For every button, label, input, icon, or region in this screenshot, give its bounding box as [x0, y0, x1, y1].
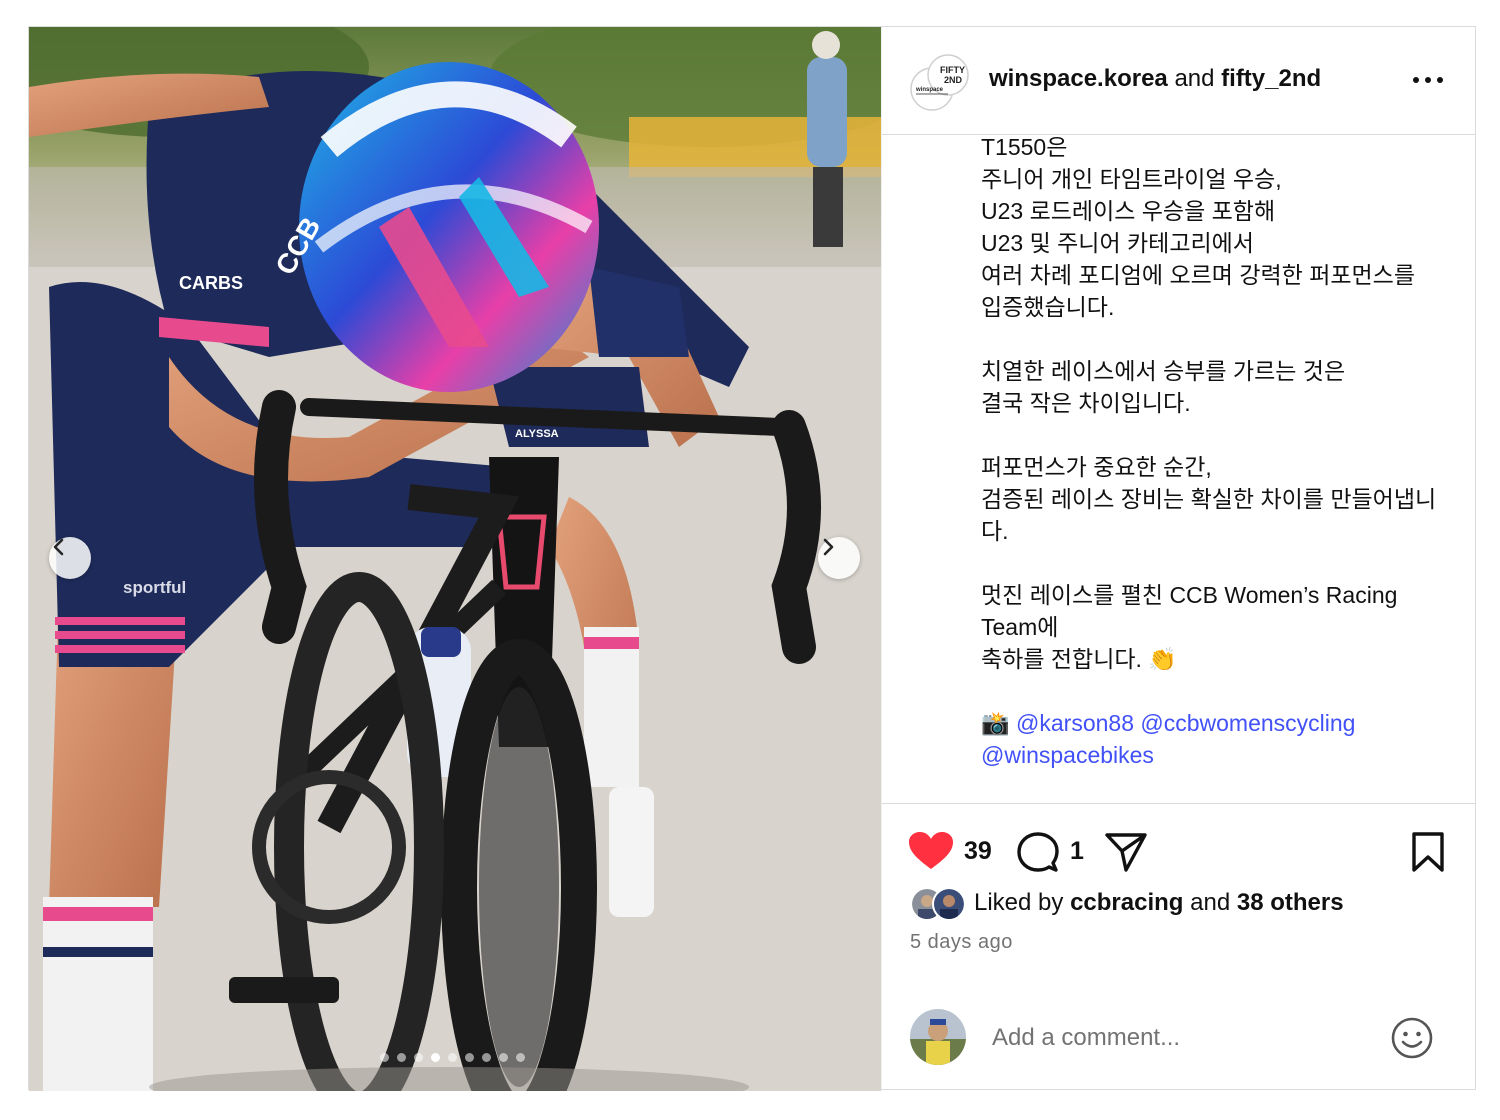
liked-by-row: Liked by ccbracing and 38 others [910, 885, 1344, 921]
chevron-left-icon [53, 538, 64, 556]
mention-link[interactable]: @karson88 [1016, 710, 1134, 736]
comment-composer [882, 1007, 1476, 1069]
shorts-logo-text: sportful [123, 578, 186, 597]
post-timestamp[interactable]: 5 days ago [910, 931, 1013, 954]
carousel-dot [414, 1053, 423, 1062]
caption-line: 입증했습니다. [981, 294, 1115, 320]
camera-emoji: 📸 [981, 710, 1010, 736]
svg-text:FIFTY: FIFTY [940, 65, 965, 75]
liked-by-conjunction: and [1190, 889, 1231, 916]
carousel-indicator [380, 1053, 525, 1062]
like-count[interactable]: 39 [964, 837, 992, 866]
caption-line: 다. [981, 518, 1009, 544]
liker-avatar [932, 887, 966, 921]
carousel-dot [397, 1053, 406, 1062]
glove-logo-text: ALYSSA [515, 428, 559, 440]
liked-by-prefix: Liked by [974, 889, 1064, 916]
emoji-picker-button[interactable] [1390, 1016, 1434, 1060]
carousel-dot [448, 1053, 457, 1062]
like-button[interactable] [908, 831, 954, 876]
header-conjunction: and [1174, 65, 1215, 92]
caption-line: 퍼포먼스가 중요한 순간, [981, 454, 1212, 480]
account-avatar[interactable]: FIFTY 2ND winspace [910, 53, 969, 111]
bookmark-icon [1412, 832, 1444, 872]
liked-by-others-link[interactable]: 38 others [1237, 889, 1344, 916]
instagram-post: sportful CARBS ALYSSA CCB FIFTY 2ND wins… [28, 26, 1476, 1091]
caption-line: Team에 [981, 614, 1059, 640]
caption-line: 축하를 전합니다. 👏 [981, 646, 1177, 672]
post-header: FIFTY 2ND winspace winspace.korea and fi… [882, 27, 1476, 135]
collaborator-name-link[interactable]: fifty_2nd [1221, 65, 1321, 92]
caption-line: 멋진 레이스를 펼친 CCB Women’s Racing [981, 582, 1398, 608]
caption-line: U23 로드레이스 우승을 포함해 [981, 198, 1276, 224]
header-accounts: winspace.korea and fifty_2nd [989, 65, 1321, 93]
chevron-right-icon [823, 538, 834, 556]
caption-line: U23 및 주니어 카테고리에서 [981, 230, 1254, 256]
heart-filled-icon [909, 832, 953, 869]
comment-input[interactable] [990, 1019, 1374, 1057]
sleeve-logo-text: CARBS [179, 273, 243, 293]
comment-count[interactable]: 1 [1070, 837, 1084, 866]
user-avatar-photo [910, 1009, 966, 1065]
post-media[interactable]: sportful CARBS ALYSSA CCB [29, 27, 881, 1091]
post-side-panel: FIFTY 2ND winspace winspace.korea and fi… [881, 27, 1476, 1089]
mention-link[interactable]: @ccbwomenscycling [1140, 710, 1355, 736]
caption-line: 결국 작은 차이입니다. [981, 390, 1191, 416]
svg-text:2ND: 2ND [944, 75, 963, 85]
comment-button[interactable] [1016, 831, 1060, 878]
carousel-prev-button[interactable] [49, 537, 91, 579]
fifty-2nd-winspace-logo-icon: FIFTY 2ND winspace [910, 54, 969, 111]
smiley-face-icon [1391, 1017, 1433, 1059]
carousel-dot [499, 1053, 508, 1062]
caption-line: 여러 차례 포디엄에 오르며 강력한 퍼포먼스를 [981, 262, 1415, 288]
post-actions: 39 1 [882, 827, 1476, 877]
caption-line: T1550은 [981, 135, 1068, 160]
post-caption: T1550은 주니어 개인 타임트라이얼 우승, U23 로드레이스 우승을 포… [981, 135, 1451, 771]
caption-line: 치열한 레이스에서 승부를 가르는 것은 [981, 358, 1346, 384]
send-paper-plane-icon [1105, 833, 1147, 872]
liker-avatars[interactable] [910, 886, 968, 921]
svg-text:winspace: winspace [915, 87, 944, 93]
caption-line: 주니어 개인 타임트라이얼 우승, [981, 166, 1282, 192]
account-name-link[interactable]: winspace.korea [989, 65, 1168, 92]
post-caption-scroll[interactable]: T1550은 주니어 개인 타임트라이얼 우승, U23 로드레이스 우승을 포… [882, 135, 1476, 804]
carousel-dot [482, 1053, 491, 1062]
carousel-dot [380, 1053, 389, 1062]
current-user-avatar[interactable] [910, 1009, 966, 1065]
cyclist-photo: sportful CARBS ALYSSA CCB [29, 27, 881, 1091]
caption-line: 검증된 레이스 장비는 확실한 차이를 만들어냅니 [981, 486, 1437, 512]
comment-bubble-icon [1017, 832, 1059, 872]
carousel-dot-active [431, 1053, 440, 1062]
share-button[interactable] [1104, 831, 1148, 878]
caption-mentions-line: 📸 @karson88 @ccbwomenscycling [981, 707, 1451, 739]
carousel-next-button[interactable] [818, 537, 860, 579]
save-button[interactable] [1410, 831, 1446, 878]
mention-link[interactable]: @winspacebikes [981, 742, 1154, 768]
carousel-dot [516, 1053, 525, 1062]
caption-mentions-line: @winspacebikes [981, 739, 1451, 771]
more-options-button[interactable] [1410, 65, 1446, 95]
more-horizontal-icon [1413, 77, 1443, 83]
liked-by-user-link[interactable]: ccbracing [1070, 889, 1183, 916]
liked-by-text: Liked by ccbracing and 38 others [974, 889, 1344, 917]
carousel-dot [465, 1053, 474, 1062]
